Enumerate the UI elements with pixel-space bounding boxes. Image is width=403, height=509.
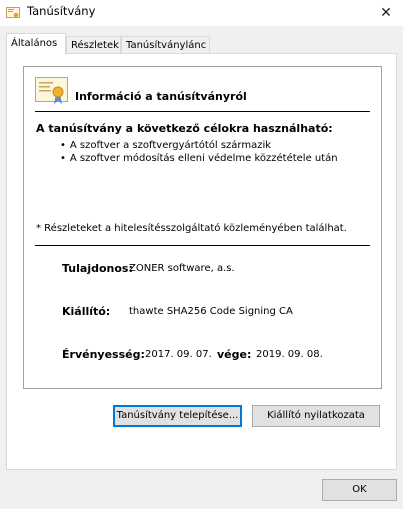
- validity-label: Érvényesség:: [62, 348, 145, 361]
- issuer-note: * Részleteket a hitelesítésszolgáltató k…: [36, 223, 347, 234]
- certificate-info-box: Információ a tanúsítványról A tanúsítván…: [23, 66, 382, 389]
- install-certificate-label: Tanúsítvány telepítése...: [116, 410, 239, 421]
- tab-general-label: Általános: [11, 38, 58, 49]
- purpose-title: A tanúsítvány a következő célokra haszná…: [36, 122, 333, 135]
- valid-from-value: 2017. 09. 07.: [145, 349, 212, 360]
- tab-certification-path-label: Tanúsítványlánc: [126, 40, 207, 51]
- issuer-value: thawte SHA256 Code Signing CA: [129, 306, 293, 317]
- close-button[interactable]: ✕: [369, 0, 403, 26]
- tab-details-label: Részletek: [71, 40, 119, 51]
- owner-value: ZONER software, a.s.: [129, 263, 235, 274]
- tab-general[interactable]: Általános: [6, 33, 66, 55]
- divider: [35, 111, 370, 112]
- certificate-icon: [6, 7, 20, 18]
- install-certificate-button[interactable]: Tanúsítvány telepítése...: [113, 405, 242, 427]
- close-icon: ✕: [380, 5, 392, 21]
- ok-button[interactable]: OK: [322, 479, 397, 501]
- tab-panel-general: Információ a tanúsítványról A tanúsítván…: [6, 53, 397, 470]
- window-title: Tanúsítvány: [27, 4, 96, 18]
- ok-label: OK: [352, 484, 367, 495]
- list-item: A szoftver a szoftvergyártótól származik: [60, 139, 338, 152]
- issuer-label: Kiállító:: [62, 305, 111, 318]
- issuer-statement-button[interactable]: Kiállító nyilatkozata: [252, 405, 380, 427]
- owner-label: Tulajdonos:: [62, 262, 133, 275]
- tab-certification-path[interactable]: Tanúsítványlánc: [121, 36, 210, 54]
- issuer-statement-label: Kiállító nyilatkozata: [267, 410, 365, 421]
- tab-details[interactable]: Részletek: [66, 36, 121, 54]
- divider: [35, 245, 370, 246]
- valid-to-value: 2019. 09. 08.: [256, 349, 323, 360]
- purpose-list: A szoftver a szoftvergyártótól származik…: [60, 139, 338, 165]
- info-header: Információ a tanúsítványról: [75, 90, 247, 103]
- list-item: A szoftver módosítás elleni védelme közz…: [60, 152, 338, 165]
- title-bar: Tanúsítvány ✕: [0, 0, 403, 26]
- certificate-ribbon-icon: [35, 77, 68, 104]
- valid-to-label: vége:: [217, 348, 252, 361]
